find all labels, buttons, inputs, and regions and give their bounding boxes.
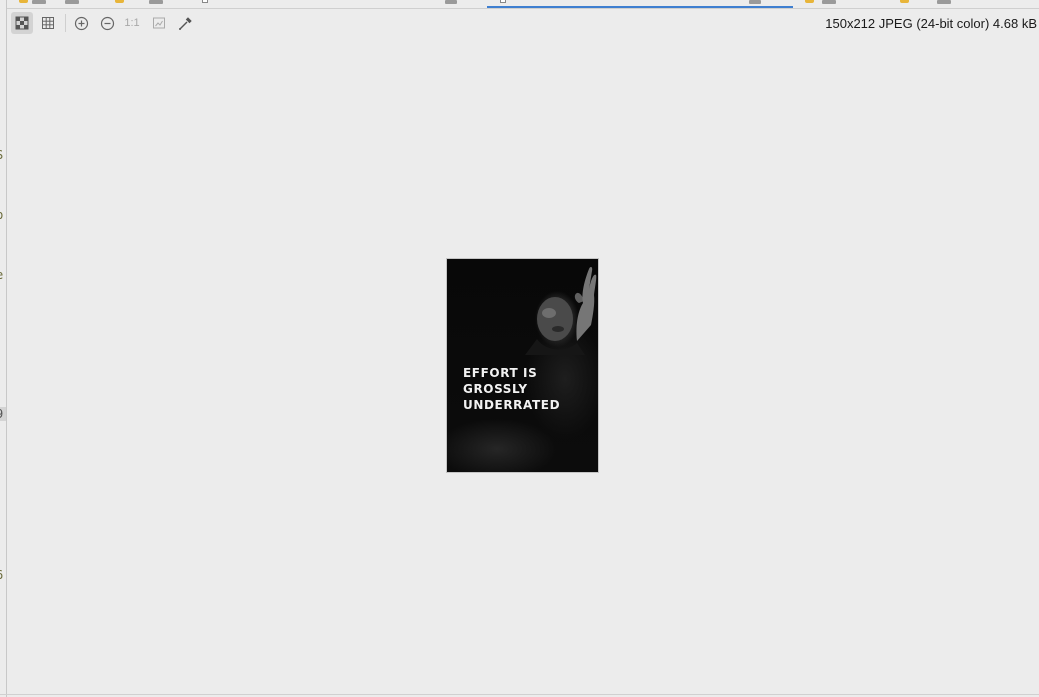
tab-label-fragment[interactable] xyxy=(445,0,457,4)
color-picker-button[interactable] xyxy=(174,12,196,34)
tab-label-fragment[interactable] xyxy=(65,0,79,4)
image-editor-window: S b e 9 6 xyxy=(0,0,1039,697)
folder-icon xyxy=(115,0,124,3)
toggle-transparency-chessboard-button[interactable] xyxy=(11,12,33,34)
folder-icon xyxy=(900,0,909,3)
image-toolbar: 1:1 150x212 JPEG (24-bit color) 4.68 kB xyxy=(7,10,1039,36)
fit-window-icon xyxy=(153,17,165,29)
gutter-mark: 9 xyxy=(0,407,6,421)
editor-tab-strip xyxy=(7,0,1039,9)
tab-label-fragment[interactable] xyxy=(32,0,46,4)
image-preview[interactable]: EFFORT IS GROSSLY UNDERRATED xyxy=(446,258,599,473)
gutter-mark: b xyxy=(0,208,6,222)
folder-icon xyxy=(805,0,814,3)
tab-label-fragment[interactable] xyxy=(149,0,163,4)
gutter-mark: S xyxy=(0,148,6,162)
file-icon xyxy=(500,0,506,3)
actual-size-button[interactable]: 1:1 xyxy=(121,12,143,34)
caption-line: EFFORT IS xyxy=(463,366,538,380)
bottom-border xyxy=(0,694,1039,695)
fit-zoom-to-window-button[interactable] xyxy=(148,12,170,34)
toolbar-separator xyxy=(65,14,66,32)
image-file-info: 150x212 JPEG (24-bit color) 4.68 kB xyxy=(825,16,1037,31)
active-tab-indicator xyxy=(487,6,793,8)
eyedropper-icon xyxy=(178,16,192,30)
face-silhouette xyxy=(525,297,585,355)
chessboard-icon xyxy=(15,16,29,30)
gutter-mark: 6 xyxy=(0,568,6,582)
zoom-in-button[interactable] xyxy=(70,12,92,34)
image-caption-text: EFFORT IS GROSSLY UNDERRATED xyxy=(463,365,560,413)
actual-size-label: 1:1 xyxy=(124,17,140,29)
zoom-out-icon xyxy=(100,16,114,30)
editor-gutter: S b e 9 6 xyxy=(0,0,7,697)
gutter-mark: e xyxy=(0,268,6,282)
tab-label-fragment[interactable] xyxy=(749,0,761,4)
zoom-in-icon xyxy=(74,16,88,30)
file-icon xyxy=(202,0,208,3)
zoom-out-button[interactable] xyxy=(96,12,118,34)
toggle-grid-button[interactable] xyxy=(37,12,59,34)
tab-label-fragment[interactable] xyxy=(937,0,951,4)
tab-label-fragment[interactable] xyxy=(822,0,836,4)
caption-line: UNDERRATED xyxy=(463,398,561,412)
caption-line: GROSSLY xyxy=(463,382,528,396)
grid-icon xyxy=(42,17,54,29)
folder-icon xyxy=(19,0,28,3)
